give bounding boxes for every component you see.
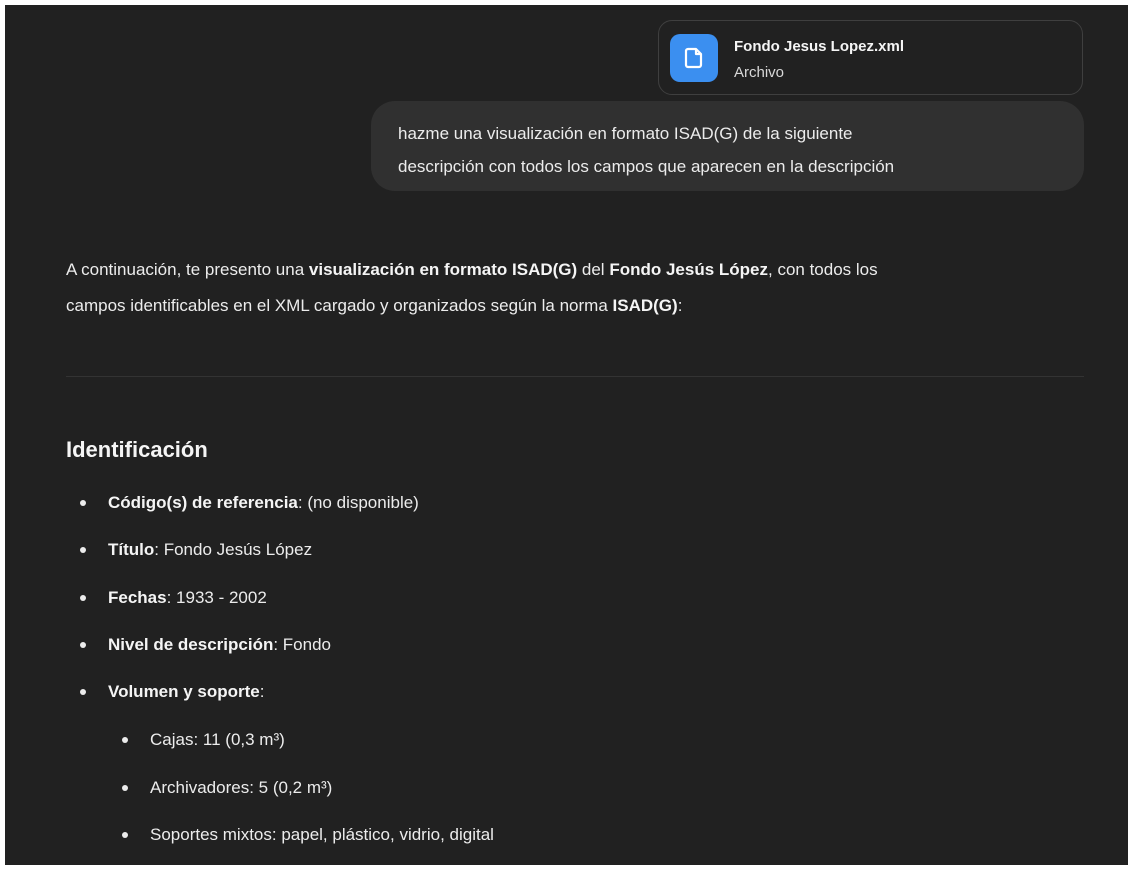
bullet bbox=[80, 642, 86, 648]
field-item: Código(s) de referencia: (no disponible) bbox=[80, 491, 419, 515]
subfield-item: Soportes mixtos: papel, plástico, vidrio… bbox=[122, 823, 494, 847]
user-message-line: descripción con todos los campos que apa… bbox=[398, 157, 895, 176]
intro-text: : bbox=[677, 296, 683, 315]
field-label: Nivel de descripción bbox=[108, 635, 274, 654]
bullet bbox=[122, 737, 128, 743]
subfield-text: Soportes mixtos: papel, plástico, vidrio… bbox=[150, 825, 494, 844]
field-item: Fechas: 1933 - 2002 bbox=[80, 586, 267, 610]
attachment-type: Archivo bbox=[734, 64, 785, 81]
intro-text: campos identificables en el XML cargado … bbox=[66, 296, 613, 315]
field-label: Volumen y soporte bbox=[108, 682, 260, 701]
intro-text: del bbox=[577, 260, 610, 279]
field-item: Nivel de descripción: Fondo bbox=[80, 633, 331, 657]
bullet bbox=[122, 832, 128, 838]
field-item: Volumen y soporte: bbox=[80, 680, 265, 704]
field-value: : (no disponible) bbox=[297, 493, 419, 512]
subfield-text: Archivadores: 5 (0,2 m³) bbox=[150, 778, 333, 797]
field-value: : Fondo Jesús López bbox=[154, 540, 313, 559]
bullet bbox=[80, 595, 86, 601]
intro-bold: ISAD(G) bbox=[612, 296, 678, 315]
field-label: Fechas bbox=[108, 588, 167, 607]
bullet bbox=[80, 500, 86, 506]
field-value: : bbox=[259, 682, 265, 701]
intro-bold: visualización en formato ISAD(G) bbox=[308, 260, 578, 279]
field-value: : Fondo bbox=[273, 635, 331, 654]
intro-text: , con todos los bbox=[768, 260, 878, 279]
field-label: Título bbox=[108, 540, 155, 559]
intro-bold: Fondo Jesús López bbox=[609, 260, 768, 279]
section-heading: Identificación bbox=[66, 437, 208, 462]
bullet bbox=[122, 785, 128, 791]
user-message: hazme una visualización en formato ISAD(… bbox=[371, 101, 1084, 191]
document-icon bbox=[670, 34, 718, 82]
subfield-item: Cajas: 11 (0,3 m³) bbox=[122, 728, 285, 752]
bullet bbox=[80, 547, 86, 553]
chat-view: Fondo Jesus Lopez.xml Archivo hazme una … bbox=[5, 5, 1128, 865]
bullet bbox=[80, 689, 86, 695]
user-message-line: hazme una visualización en formato ISAD(… bbox=[398, 124, 853, 143]
attachment-name: Fondo Jesus Lopez.xml bbox=[734, 38, 905, 55]
field-label: Código(s) de referencia bbox=[108, 493, 298, 512]
field-value: : 1933 - 2002 bbox=[166, 588, 267, 607]
intro-text: A continuación, te presento una bbox=[66, 260, 309, 279]
field-item: Título: Fondo Jesús López bbox=[80, 538, 313, 562]
attachment-card[interactable]: Fondo Jesus Lopez.xml Archivo bbox=[658, 20, 1083, 95]
subfield-item: Archivadores: 5 (0,2 m³) bbox=[122, 776, 333, 800]
response-intro: A continuación, te presento una visualiz… bbox=[66, 252, 1086, 324]
divider bbox=[66, 376, 1084, 377]
subfield-text: Cajas: 11 (0,3 m³) bbox=[150, 730, 285, 749]
